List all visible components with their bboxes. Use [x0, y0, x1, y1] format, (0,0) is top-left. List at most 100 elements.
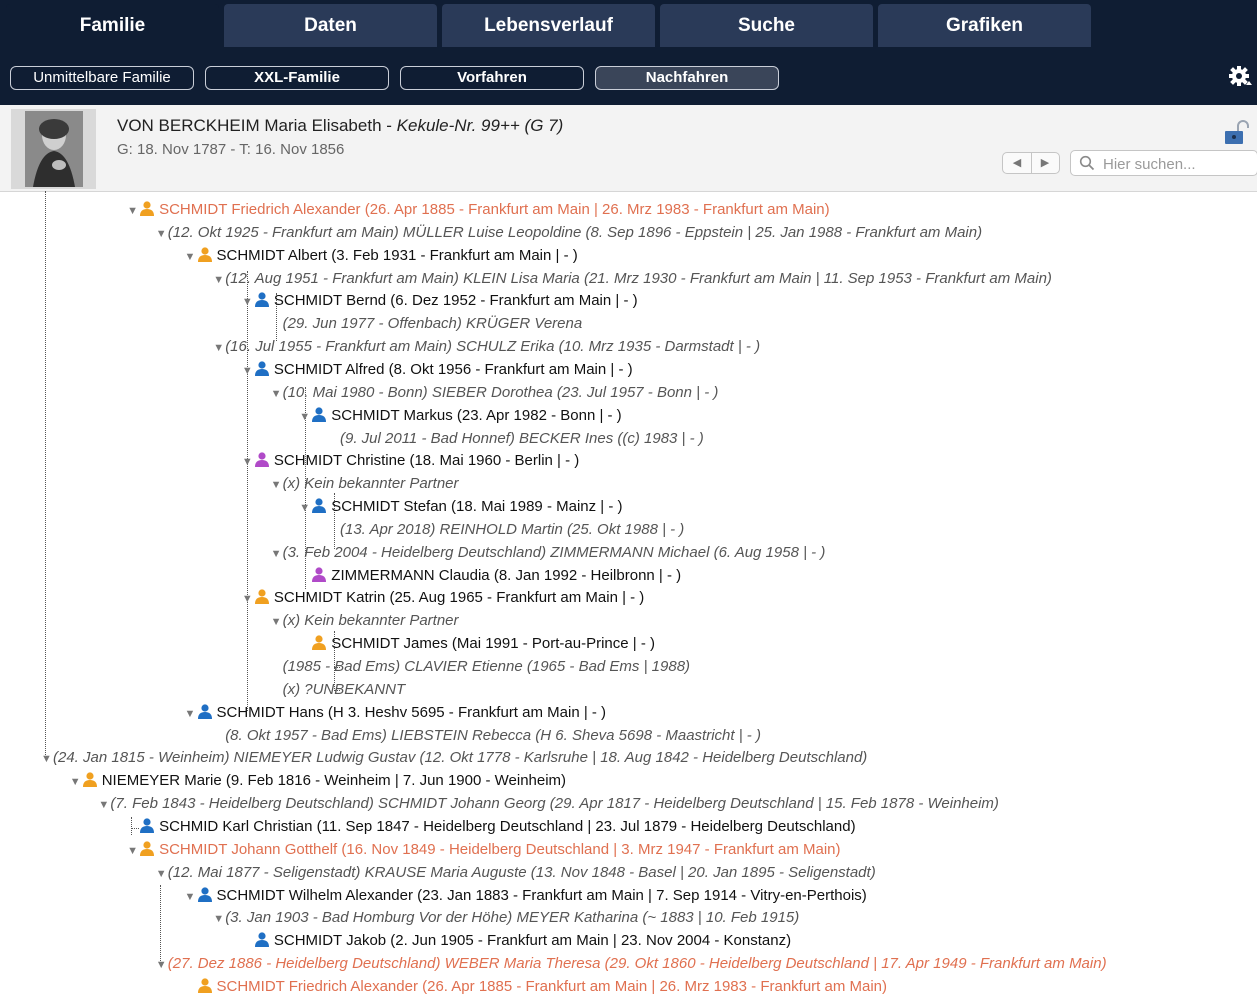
tree-person-row[interactable]: ▼ SCHMIDT Stefan (18. Mai 1989 - Mainz | …: [299, 495, 622, 518]
male-person-icon: [254, 932, 269, 948]
partner-entry-text: (x) Kein bekannter Partner: [282, 475, 459, 493]
disclosure-triangle-icon[interactable]: ▼: [156, 863, 168, 886]
tree-person-row[interactable]: ▼ SCHMIDT Wilhelm Alexander (23. Jan 1883…: [185, 884, 867, 907]
disclosure-triangle-icon[interactable]: ▼: [242, 291, 254, 314]
portrait-image[interactable]: [11, 109, 96, 189]
tree-partner-row[interactable]: ▼(24. Jan 1815 - Weinheim) NIEMEYER Ludw…: [41, 746, 867, 769]
partner-entry-text: (24. Jan 1815 - Weinheim) NIEMEYER Ludwi…: [53, 749, 868, 767]
triangle-left-icon[interactable]: ◀: [1003, 153, 1032, 173]
descendants-tree: ▼ SCHMIDT Friedrich Alexander (26. Apr 18…: [0, 191, 1257, 999]
disclosure-triangle-icon[interactable]: ▼: [70, 771, 82, 794]
person-entry-text: SCHMIDT Johann Gotthelf (16. Nov 1849 - …: [159, 840, 841, 858]
male-person-icon: [254, 361, 269, 376]
search-input[interactable]: [1101, 153, 1255, 175]
partner-entry-text: (3. Feb 2004 - Heidelberg Deutschland) Z…: [282, 543, 826, 561]
tree-person-row[interactable]: SCHMID Karl Christian (11. Sep 1847 - He…: [127, 815, 856, 838]
history-navigation: ◀ ▶: [1002, 152, 1060, 174]
subtab-unmittelbare-familie[interactable]: Unmittelbare Familie: [10, 66, 194, 90]
subtab-nachfahren[interactable]: Nachfahren: [595, 66, 779, 90]
tree-partner-row[interactable]: ▼(12. Aug 1951 - Frankfurt am Main) KLEI…: [213, 267, 1052, 290]
person-entry-text: SCHMIDT Katrin (25. Aug 1965 - Frankfurt…: [273, 589, 645, 607]
disclosure-triangle-icon[interactable]: ▼: [242, 451, 254, 474]
tree-partner-row[interactable]: ▼(27. Dez 1886 - Heidelberg Deutschland)…: [156, 952, 1107, 975]
person-name: VON BERCKHEIM Maria Elisabeth: [117, 116, 382, 135]
subtab-vorfahren[interactable]: Vorfahren: [400, 66, 584, 90]
tree-person-row[interactable]: ▼ SCHMIDT Johann Gotthelf (16. Nov 1849 -…: [127, 838, 840, 861]
tree-partner-row[interactable]: ▼(x) Kein bekannter Partner: [271, 609, 459, 632]
disclosure-triangle-icon[interactable]: ▼: [242, 360, 254, 383]
disclosure-triangle-icon[interactable]: ▼: [185, 886, 197, 909]
tree-partner-row[interactable]: ▼(12. Okt 1925 - Frankfurt am Main) MÜLL…: [156, 221, 982, 244]
subtab-xxl-familie[interactable]: XXL-Familie: [205, 66, 389, 90]
tree-person-row[interactable]: ▼ SCHMIDT Katrin (25. Aug 1965 - Frankfur…: [242, 586, 644, 609]
lock-icon[interactable]: [1224, 119, 1250, 145]
tab-suche[interactable]: Suche: [660, 4, 873, 47]
tree-person-row[interactable]: ▼ SCHMIDT Alfred (8. Okt 1956 - Frankfurt…: [242, 358, 633, 381]
search-box[interactable]: [1070, 150, 1257, 176]
partner-entry-text: (x) ?UNBEKANNT: [282, 680, 406, 698]
disclosure-triangle-icon[interactable]: ▼: [299, 497, 311, 520]
disclosure-triangle-icon[interactable]: ▼: [271, 611, 283, 634]
disclosure-triangle-icon[interactable]: ▼: [271, 383, 283, 406]
person-entry-text: SCHMIDT Stefan (18. Mai 1989 - Mainz | -…: [331, 498, 623, 516]
disclosure-triangle-icon[interactable]: ▼: [41, 748, 53, 771]
triangle-right-icon[interactable]: ▶: [1031, 153, 1059, 173]
tree-person-row[interactable]: ▼ SCHMIDT Friedrich Alexander (26. Apr 18…: [127, 198, 830, 221]
disclosure-triangle-icon[interactable]: ▼: [127, 840, 139, 863]
disclosure-triangle-icon[interactable]: ▼: [271, 474, 283, 497]
person-dates: G: 18. Nov 1787 - T: 16. Nov 1856: [117, 141, 345, 158]
person-entry-text: SCHMIDT Hans (H 3. Heshv 5695 - Frankfur…: [216, 703, 607, 721]
tree-partner-row[interactable]: ▼(3. Jan 1903 - Bad Homburg Vor der Höhe…: [213, 906, 799, 929]
partner-entry-text: (8. Okt 1957 - Bad Ems) LIEBSTEIN Rebecc…: [225, 726, 761, 744]
tree-person-row[interactable]: ▼ SCHMIDT Bernd (6. Dez 1952 - Frankfurt …: [242, 289, 638, 312]
tree-partner-row[interactable]: (1985 - Bad Ems) CLAVIER Etienne (1965 -…: [271, 655, 690, 678]
disclosure-triangle-icon[interactable]: ▼: [185, 246, 197, 269]
disclosure-triangle-icon[interactable]: ▼: [213, 908, 225, 931]
disclosure-triangle-icon[interactable]: ▼: [213, 269, 225, 292]
tab-grafiken[interactable]: Grafiken: [878, 4, 1091, 47]
person-header: VON BERCKHEIM Maria Elisabeth - Kekule-N…: [0, 105, 1257, 192]
tree-person-row[interactable]: ▼ SCHMIDT Christine (18. Mai 1960 - Berli…: [242, 449, 579, 472]
disclosure-triangle-icon[interactable]: ▼: [156, 223, 168, 246]
tab-familie[interactable]: Familie: [6, 4, 219, 47]
disclosure-triangle-icon[interactable]: ▼: [242, 588, 254, 611]
person-entry-text: SCHMIDT Wilhelm Alexander (23. Jan 1883 …: [216, 886, 867, 904]
disclosure-triangle-icon[interactable]: ▼: [299, 406, 311, 429]
unknown-person-icon: [140, 201, 155, 216]
tree-person-row[interactable]: SCHMIDT James (Mai 1991 - Port-au-Prince…: [299, 632, 655, 655]
person-entry-text: NIEMEYER Marie (9. Feb 1816 - Weinheim |…: [101, 772, 567, 790]
person-entry-text: SCHMIDT Friedrich Alexander (26. Apr 188…: [216, 977, 888, 995]
tree-partner-row[interactable]: (9. Jul 2011 - Bad Honnef) BECKER Ines (…: [328, 427, 704, 450]
tree-person-row[interactable]: ▼ SCHMIDT Hans (H 3. Heshv 5695 - Frankfu…: [185, 701, 607, 724]
tree-person-row[interactable]: ZIMMERMANN Claudia (8. Jan 1992 - Heilbr…: [299, 564, 681, 587]
tree-partner-row[interactable]: ▼(7. Feb 1843 - Heidelberg Deutschland) …: [98, 792, 999, 815]
tree-person-row[interactable]: SCHMIDT Friedrich Alexander (26. Apr 188…: [185, 975, 888, 998]
male-person-icon: [140, 818, 155, 833]
magnifier-icon: [1079, 155, 1095, 171]
tree-partner-row[interactable]: (8. Okt 1957 - Bad Ems) LIEBSTEIN Rebecc…: [213, 724, 761, 747]
gear-icon[interactable]: [1228, 64, 1254, 90]
tree-partner-row[interactable]: ▼(10. Mai 1980 - Bonn) SIEBER Dorothea (…: [271, 381, 719, 404]
tree-partner-row[interactable]: (29. Jun 1977 - Offenbach) KRÜGER Verena: [271, 312, 583, 335]
disclosure-triangle-icon[interactable]: ▼: [185, 703, 197, 726]
tab-lebensverlauf[interactable]: Lebensverlauf: [442, 4, 655, 47]
disclosure-triangle-icon[interactable]: ▼: [213, 337, 225, 360]
tree-partner-row[interactable]: ▼(12. Mai 1877 - Seligenstadt) KRAUSE Ma…: [156, 861, 876, 884]
disclosure-triangle-icon[interactable]: ▼: [271, 543, 283, 566]
tree-person-row[interactable]: ▼ NIEMEYER Marie (9. Feb 1816 - Weinheim …: [70, 769, 566, 792]
tree-partner-row[interactable]: (13. Apr 2018) REINHOLD Martin (25. Okt …: [328, 518, 684, 541]
tree-person-row[interactable]: SCHMIDT Jakob (2. Jun 1905 - Frankfurt a…: [242, 929, 791, 952]
partner-entry-text: (27. Dez 1886 - Heidelberg Deutschland) …: [167, 955, 1107, 973]
person-entry-text: SCHMIDT Alfred (8. Okt 1956 - Frankfurt …: [273, 360, 633, 378]
tree-connector: [45, 191, 46, 755]
tree-partner-row[interactable]: ▼(16. Jul 1955 - Frankfurt am Main) SCHU…: [213, 335, 760, 358]
tree-person-row[interactable]: ▼ SCHMIDT Markus (23. Apr 1982 - Bonn | -…: [299, 404, 621, 427]
tree-person-row[interactable]: ▼ SCHMIDT Albert (3. Feb 1931 - Frankfurt…: [185, 244, 578, 267]
disclosure-triangle-icon[interactable]: ▼: [98, 794, 110, 817]
tree-partner-row[interactable]: (x) ?UNBEKANNT: [271, 678, 406, 701]
tree-partner-row[interactable]: ▼(x) Kein bekannter Partner: [271, 472, 459, 495]
disclosure-triangle-icon[interactable]: ▼: [156, 954, 168, 977]
tree-partner-row[interactable]: ▼(3. Feb 2004 - Heidelberg Deutschland) …: [271, 541, 826, 564]
tab-daten[interactable]: Daten: [224, 4, 437, 47]
disclosure-triangle-icon[interactable]: ▼: [127, 200, 139, 223]
